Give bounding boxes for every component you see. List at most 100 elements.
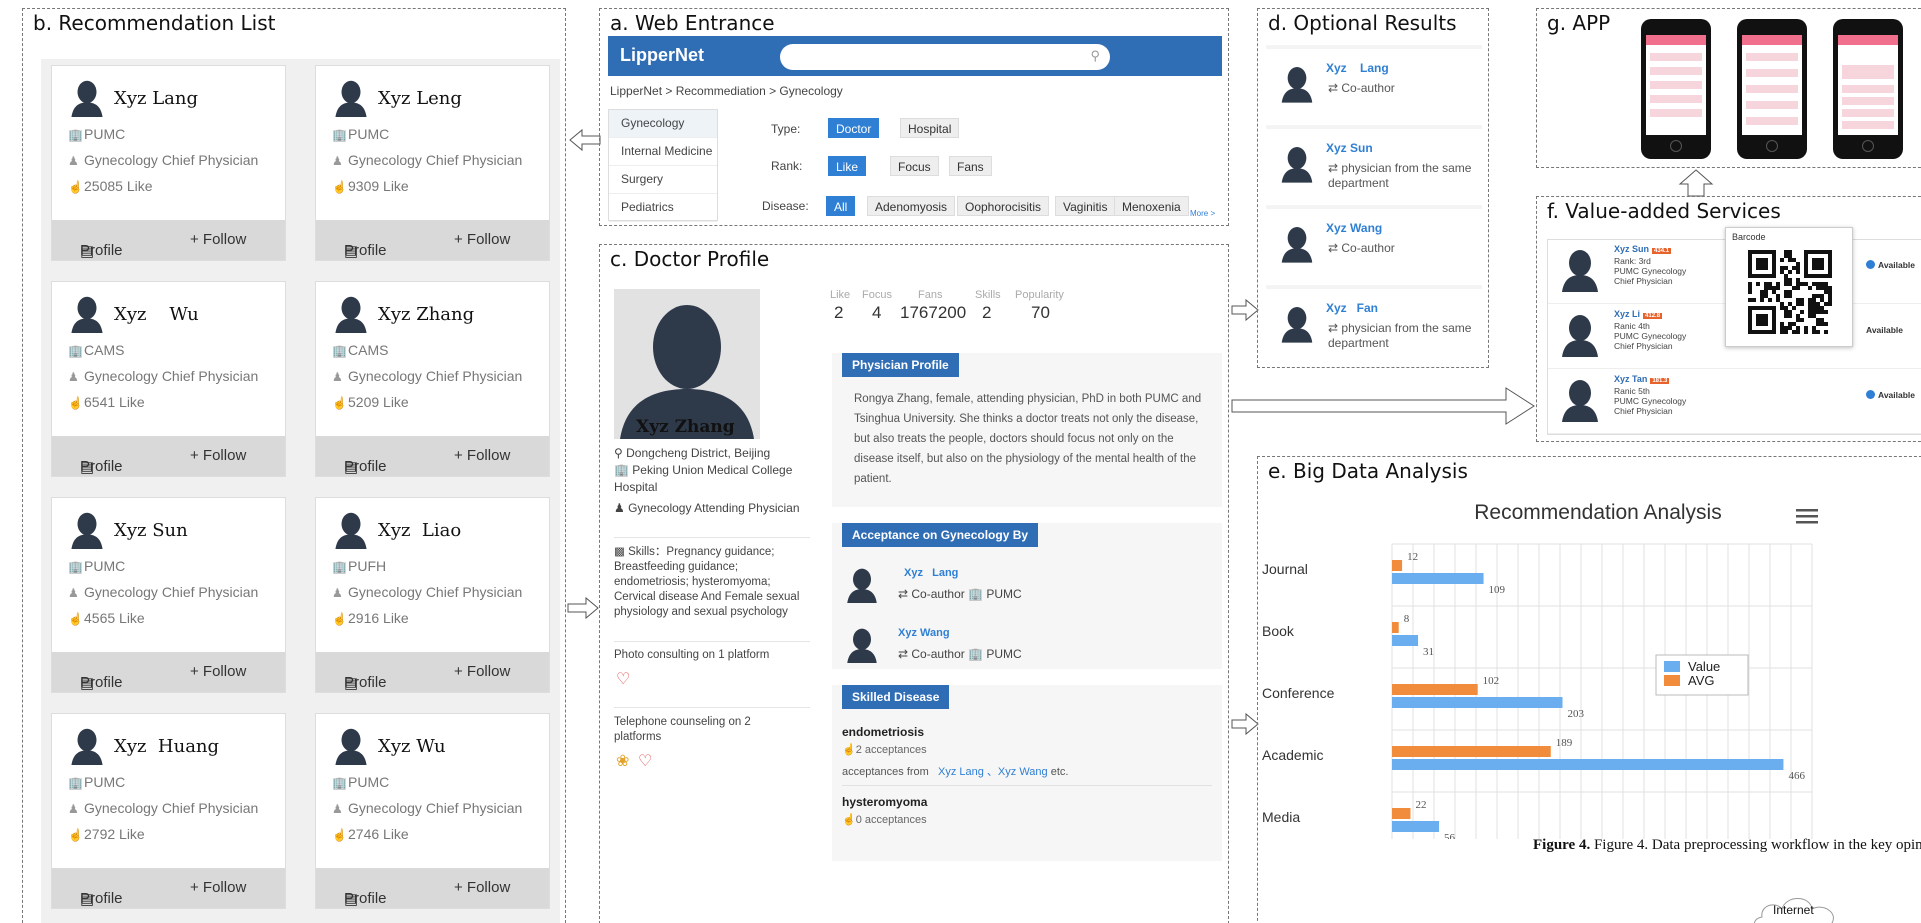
doctor-org: 🏢PUMC [332,774,390,790]
doctor-likes: ☝2792 Like [68,826,145,842]
filter-rank-like[interactable]: Like [828,156,867,176]
result-relation: ⇄ physician from the same department [1328,321,1472,350]
thumb-up-icon: ☝ [332,828,347,842]
doctor-name: Xyz Lang [114,88,198,109]
value-added-services-panel: f. Value-added Services Xyz Sun 434.1 Rank… [1536,196,1921,442]
follow-button[interactable]: + Follow [190,231,246,248]
bar-value [1392,635,1419,646]
physician-profile-text: Rongya Zhang, female, attending physicia… [854,393,1202,485]
optional-results-list: Xyz Lang ⇄ Co-author Xyz Sun ⇄ physician fr… [1266,45,1482,365]
service-row[interactable]: Xyz Tan 181.3 Ranic 5th PUMC Gynecology Chie… [1548,370,1921,434]
legend-label: AVG [1688,673,1715,688]
avatar [332,79,370,117]
follow-button[interactable]: + Follow [190,879,246,896]
check-icon [1866,260,1875,269]
thumb-up-icon: ☝ [68,396,83,410]
platform-icon[interactable]: ❀ [616,751,629,771]
category-item[interactable]: Surgery [609,166,717,194]
category-label: Journal [1262,561,1308,577]
follow-button[interactable]: + Follow [454,231,510,248]
barcode-popup[interactable]: Barcode [1725,227,1853,347]
card-actions: ▤ Profile + Follow [316,436,549,476]
arrow-right-icon [1231,298,1259,322]
site-logo[interactable]: LipperNet [620,45,704,66]
skilled-disease-name: hysteromyoma [842,795,928,809]
result-relation: ⇄ Co-author [1328,81,1395,95]
acceptance-name-link[interactable]: Xyz Lang [904,567,958,579]
category-label: Book [1262,623,1295,639]
avatar [68,511,106,549]
follow-button[interactable]: + Follow [454,663,510,680]
follow-button[interactable]: + Follow [190,663,246,680]
search-icon[interactable]: ⚲ [1090,48,1100,64]
doctor-likes: ☝5209 Like [332,394,409,410]
doctor-card[interactable]: Xyz Wu 🏢CAMS ♟ Gynecology Chief Physician ☝6… [51,281,286,477]
filter-disease-all[interactable]: All [826,196,856,216]
service-doctor-name[interactable]: Xyz Tan 181.3 [1614,374,1670,384]
filter-disease-menoxenia[interactable]: Menoxenia [1114,196,1189,216]
follow-button[interactable]: + Follow [454,447,510,464]
filter-type-doctor[interactable]: Doctor [828,118,880,138]
phone-consult-text: Telephone counseling on 2 platforms [614,716,751,743]
breadcrumb[interactable]: LipperNet > Recommediation > Gynecology [610,84,843,98]
doctor-card[interactable]: Xyz Leng 🏢PUMC ♟ Gynecology Chief Physician… [315,65,550,261]
service-doctor-details: Ranic 4th PUMC Gynecology Chief Physician [1614,321,1687,351]
heart-consult-icon[interactable]: ♡ [616,669,630,689]
doctor-likes: ☝6541 Like [68,394,145,410]
result-name-link[interactable]: Xyz Lang [1326,61,1389,75]
doctor-card[interactable]: Xyz Liao 🏢PUFH ♟ Gynecology Chief Physician… [315,497,550,693]
doctor-card[interactable]: Xyz Huang 🏢PUMC ♟ Gynecology Chief Physicia… [51,713,286,909]
result-name-link[interactable]: Xyz Fan [1326,301,1378,315]
category-item[interactable]: Gynecology [609,110,717,138]
doctor-name: Xyz Wu [114,304,199,325]
doctor-info: ⚲ Dongcheng District, Beijing 🏢 Peking U… [614,445,810,517]
optional-result-item[interactable]: Xyz Fan ⇄ physician from the same departm… [1266,289,1482,365]
doctor-likes: ☝2916 Like [332,610,409,626]
filter-disease-vaginitis[interactable]: Vaginitis [1055,196,1116,216]
optional-result-item[interactable]: Xyz Wang ⇄ Co-author [1266,209,1482,285]
search-input[interactable]: ⚲ [780,44,1110,70]
category-item[interactable]: Internal Medicine [609,138,717,166]
heart-consult-icon[interactable]: ♡ [638,751,652,771]
more-link[interactable]: More > [1190,209,1215,218]
acceptance-names-link[interactable]: Xyz Lang 、Xyz Wang [938,766,1048,778]
bar-value [1392,697,1563,708]
thumb-up-icon: ☝ [68,828,83,842]
score-badge: 181.3 [1650,378,1670,384]
category-label: Academic [1262,747,1323,763]
doctor-icon: ♟ [332,802,343,816]
card-title: Acceptance on Gynecology By [842,523,1039,547]
filter-type-hospital[interactable]: Hospital [900,118,960,138]
thumb-icon: ☝ [842,814,856,826]
doctor-card[interactable]: Xyz Sun 🏢PUMC ♟ Gynecology Chief Physician ☝… [51,497,286,693]
filter-rank-fans[interactable]: Fans [949,156,992,176]
filter-rank-focus[interactable]: Focus [890,156,939,176]
card-title: Physician Profile [842,353,959,377]
bar-avg [1392,622,1399,633]
card-actions: ▤ Profile + Follow [52,868,285,908]
optional-result-item[interactable]: Xyz Lang ⇄ Co-author [1266,49,1482,125]
acceptance-relation: ⇄ Co-author 🏢 PUMC [898,587,1022,601]
doctor-icon: ♟ [68,586,79,600]
category-item[interactable]: Pediatrics [609,194,717,222]
doctor-dept: ♟ Gynecology Chief Physician [332,368,523,384]
stat-popularity-value: 70 [1031,303,1050,322]
avatar [332,511,370,549]
result-name-link[interactable]: Xyz Sun [1326,141,1373,155]
service-doctor-name[interactable]: Xyz Li 412.8 [1614,309,1663,319]
figure-caption: Figure 4. Figure 4. Data preprocessing w… [1533,837,1921,853]
acceptance-name-link[interactable]: Xyz Wang [898,627,950,639]
filter-disease-oophorocisitis[interactable]: Oophorocisitis [957,196,1050,216]
filter-disease-adenomyosis[interactable]: Adenomyosis [867,196,956,216]
service-doctor-name[interactable]: Xyz Sun 434.1 [1614,244,1672,254]
score-badge: 434.1 [1652,248,1672,254]
follow-button[interactable]: + Follow [190,447,246,464]
doctor-card[interactable]: Xyz Lang 🏢PUMC ♟ Gynecology Chief Physician… [51,65,286,261]
follow-button[interactable]: + Follow [454,879,510,896]
result-name-link[interactable]: Xyz Wang [1326,221,1382,235]
hamburger-icon[interactable] [1796,509,1818,524]
doctor-card[interactable]: Xyz Wu 🏢PUMC ♟ Gynecology Chief Physician ☝2… [315,713,550,909]
doctor-card[interactable]: Xyz Zhang 🏢CAMS ♟ Gynecology Chief Physicia… [315,281,550,477]
optional-result-item[interactable]: Xyz Sun ⇄ physician from the same departm… [1266,129,1482,205]
doctor-likes: ☝25085 Like [68,178,153,194]
